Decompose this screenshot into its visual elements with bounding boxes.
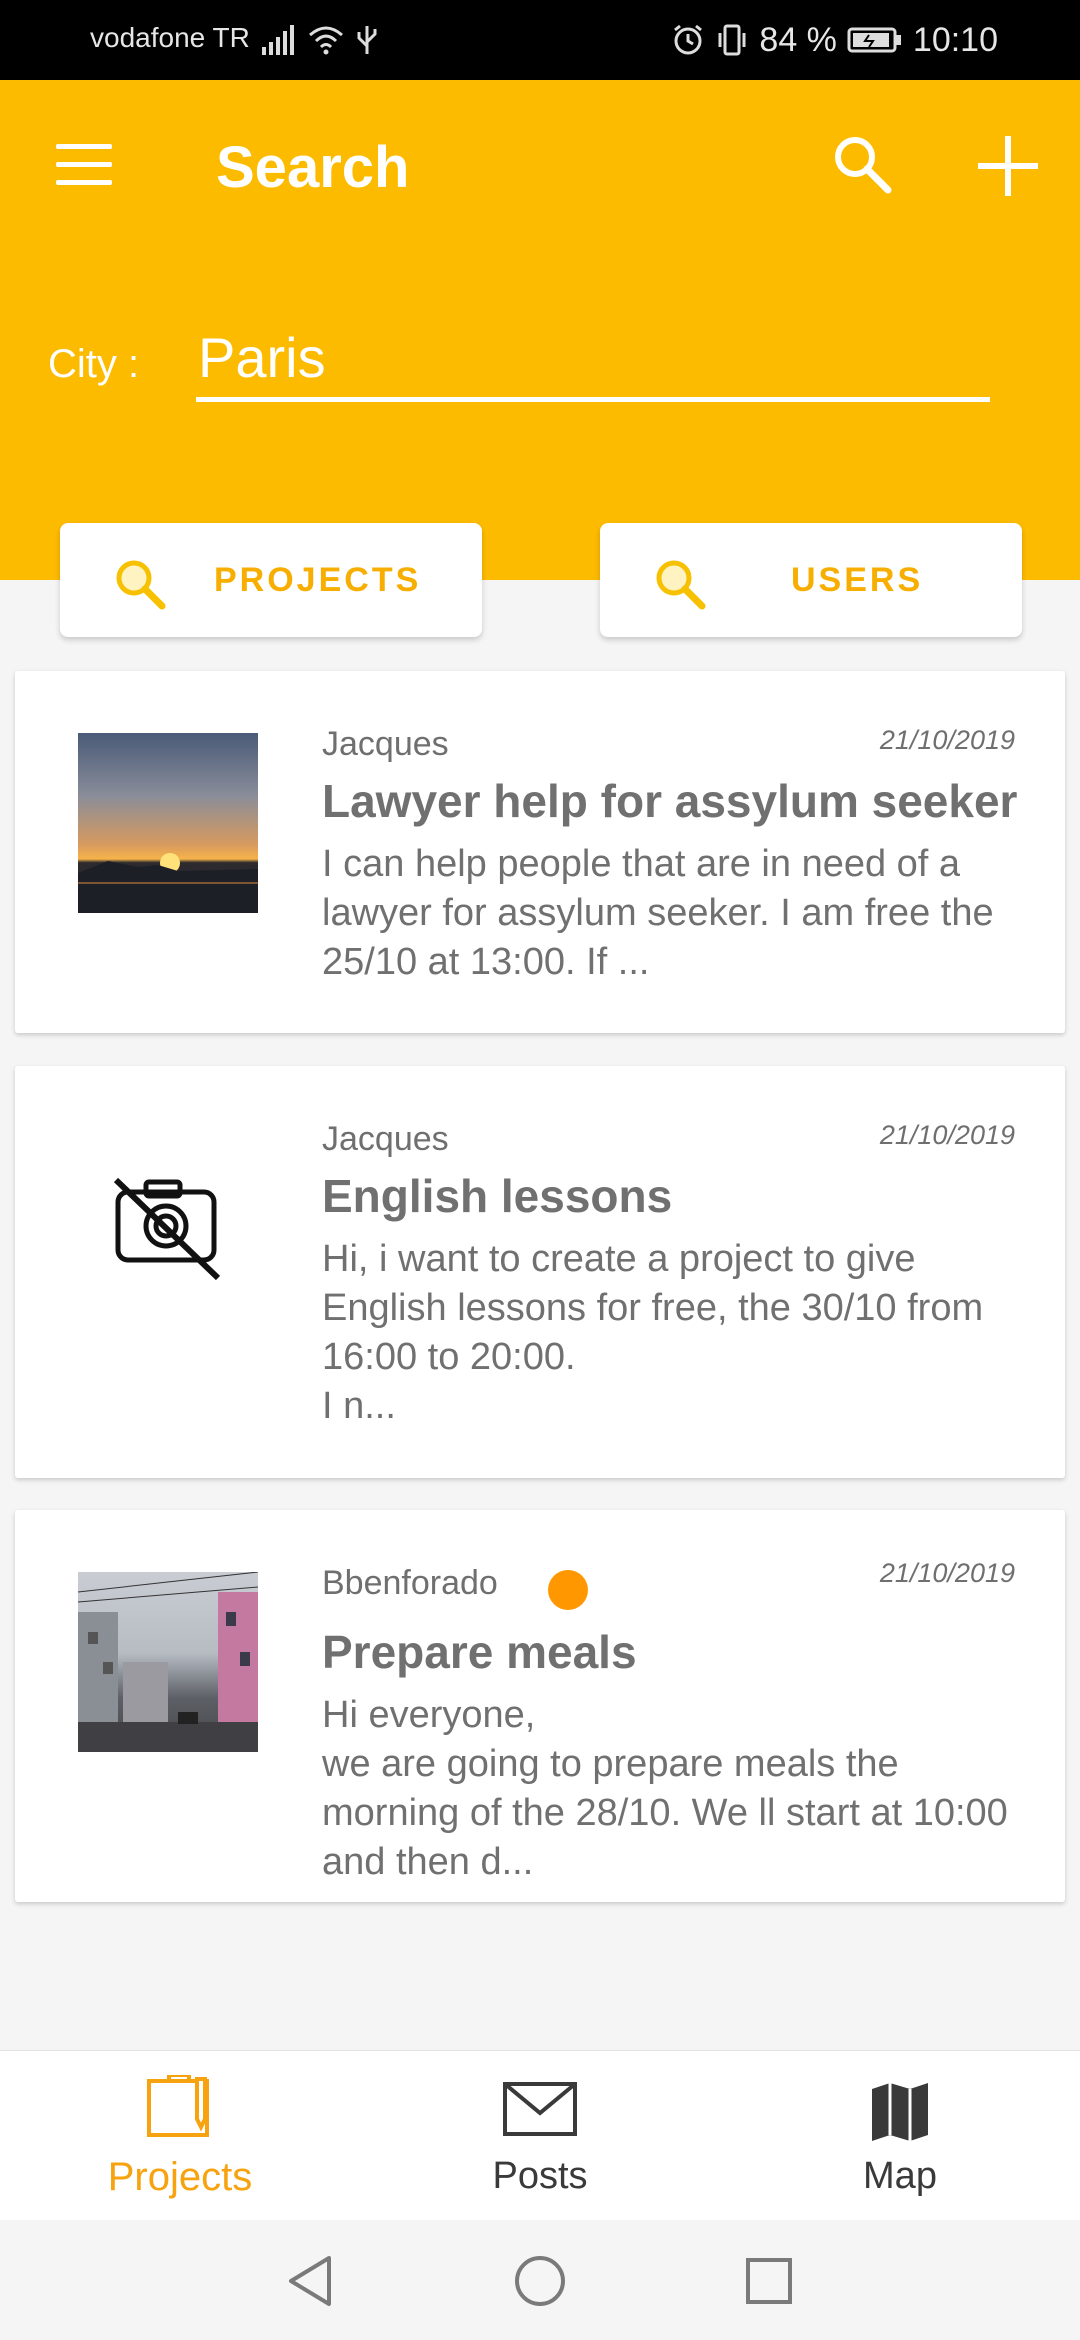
project-title: English lessons (322, 1170, 673, 1222)
battery-percentage: 84 % (759, 20, 837, 59)
search-users-button[interactable]: USERS (600, 523, 1022, 637)
add-button[interactable] (972, 130, 1044, 202)
city-label: City : (48, 342, 140, 386)
status-bar: vodafone TR 84 % 10:10 (0, 0, 1080, 80)
battery-icon (847, 27, 901, 53)
project-author: Bbenforado (322, 1564, 498, 1602)
project-author: Jacques (322, 1120, 449, 1158)
usb-icon (357, 26, 377, 54)
nav-projects[interactable]: Projects (30, 2051, 330, 2221)
project-author: Jacques (322, 725, 449, 763)
search-users-label: USERS (791, 560, 924, 599)
add-icon (978, 136, 1038, 196)
project-title: Prepare meals (322, 1626, 637, 1678)
menu-icon (56, 144, 112, 149)
nav-map[interactable]: Map (750, 2051, 1050, 2221)
project-title: Lawyer help for assylum seeker (322, 775, 1018, 827)
menu-button[interactable] (52, 140, 116, 192)
project-card[interactable]: Jacques 21/10/2019 English lessons Hi, i… (15, 1066, 1065, 1478)
clock: 10:10 (912, 20, 998, 59)
project-date: 21/10/2019 (879, 1120, 1015, 1150)
project-thumbnail (77, 1571, 259, 1752)
page-title: Search (216, 135, 410, 200)
no-photo-icon (113, 1177, 221, 1281)
project-description: Hi everyone, we are going to prepare mea… (322, 1694, 1008, 1883)
search-projects-label: PROJECTS (214, 560, 422, 599)
system-navigation-bar (0, 2220, 1080, 2340)
city-input[interactable] (196, 318, 990, 402)
projects-icon (147, 2075, 209, 2137)
project-thumbnail (78, 1128, 258, 1308)
nav-posts-label: Posts (492, 2155, 588, 2197)
search-projects-button[interactable]: PROJECTS (60, 523, 482, 637)
home-icon[interactable] (513, 2254, 567, 2308)
magnifier-icon (116, 560, 166, 610)
search-icon (835, 137, 892, 194)
map-icon (872, 2083, 928, 2141)
search-button[interactable] (830, 132, 896, 198)
project-description: Hi, i want to create a project to give E… (322, 1238, 984, 1427)
wifi-icon (309, 26, 343, 55)
mail-icon (503, 2082, 577, 2136)
signal-icon (262, 25, 294, 55)
magnifier-icon (656, 560, 706, 610)
recents-icon[interactable] (744, 2256, 794, 2306)
nav-map-label: Map (863, 2155, 937, 2197)
project-card[interactable]: Jacques 21/10/2019 Lawyer help for assyl… (15, 671, 1065, 1033)
project-description: I can help people that are in need of a … (322, 843, 994, 983)
project-thumbnail (78, 733, 258, 913)
vibrate-icon (718, 24, 746, 56)
nav-posts[interactable]: Posts (390, 2051, 690, 2221)
nav-projects-label: Projects (107, 2155, 253, 2199)
carrier-name: vodafone TR (90, 22, 250, 53)
back-icon[interactable] (285, 2254, 335, 2308)
project-date: 21/10/2019 (879, 1558, 1015, 1588)
alarm-icon (674, 24, 703, 55)
bottom-navigation: Projects Posts Map (0, 2050, 1080, 2220)
project-date: 21/10/2019 (879, 725, 1015, 755)
status-dot (548, 1570, 588, 1610)
project-card[interactable]: Bbenforado 21/10/2019 Prepare meals Hi e… (15, 1510, 1065, 1902)
